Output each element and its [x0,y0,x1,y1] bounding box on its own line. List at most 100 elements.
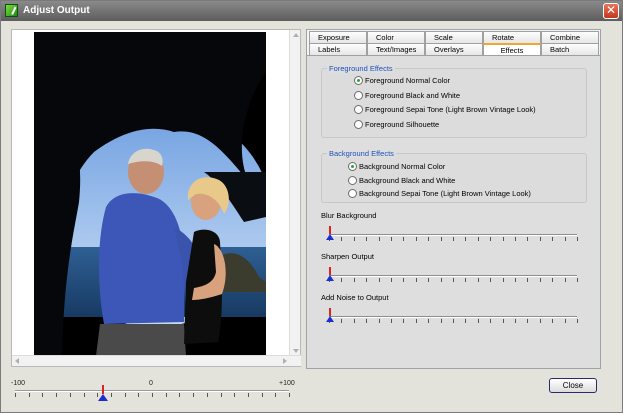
slider-tick [379,278,380,282]
slider-tick [403,319,404,323]
effect-slider-track-0[interactable] [329,234,577,236]
slider-tick [565,319,566,323]
slider-tick [354,278,355,282]
zoom-tick [125,393,126,397]
tab-color[interactable]: Color [367,31,425,43]
background-effects-title: Background Effects [327,149,396,158]
background-option-label: Background Black and White [359,175,456,185]
adjust-output-window: Adjust Output ✕ -100 0 +100 Exposure Col… [0,0,623,413]
radio-button-icon[interactable] [354,119,363,129]
zoom-slider-thumb-icon[interactable] [97,385,108,401]
background-option-1[interactable]: Background Black and White [348,175,455,186]
slider-tick [379,237,380,241]
effects-tab-panel: Foreground Effects Foreground Normal Col… [307,55,600,368]
tab-combine[interactable]: Combine [541,31,599,43]
foreground-effects-title: Foreground Effects [327,64,395,73]
slider-tick [465,319,466,323]
slider-tick [391,237,392,241]
zoom-mid-label: 0 [149,380,153,387]
foreground-option-label: Foreground Sepai Tone (Light Brown Vinta… [365,105,536,114]
app-check-icon [5,4,18,17]
slider-tick [552,319,553,323]
tab-text-images[interactable]: Text/Images [367,43,425,55]
effect-slider-thumb-icon[interactable] [326,308,334,322]
foreground-option-3[interactable]: Foreground Silhouette [354,119,439,130]
slider-tick [503,237,504,241]
scroll-up-icon[interactable] [293,33,299,37]
effect-slider-thumb-icon[interactable] [326,267,334,281]
background-option-0[interactable]: Background Normal Color [348,161,445,172]
zoom-tick [193,393,194,397]
scroll-right-icon[interactable] [283,358,287,364]
slider-tick [490,237,491,241]
slider-tick [428,319,429,323]
slider-tick [565,237,566,241]
zoom-tick [179,393,180,397]
slider-tick [453,319,454,323]
foreground-option-1[interactable]: Foreground Black and White [354,90,460,101]
zoom-min-label: -100 [11,380,26,387]
zoom-tick [84,393,85,397]
zoom-tick [42,393,43,397]
radio-button-icon[interactable] [348,189,357,198]
slider-tick [354,319,355,323]
radio-button-icon[interactable] [354,76,363,85]
slider-label-2: Add Noise to Output [321,293,389,302]
scroll-down-icon[interactable] [293,349,299,353]
zoom-tick [29,393,30,397]
background-option-2[interactable]: Background Sepai Tone (Light Brown Vinta… [348,188,531,199]
slider-tick [577,319,578,323]
preview-horizontal-scrollbar[interactable] [12,355,301,366]
preview-vertical-scrollbar[interactable] [289,30,300,356]
zoom-tick [56,393,57,397]
radio-button-icon[interactable] [348,175,357,185]
foreground-option-label: Foreground Black and White [365,90,461,100]
slider-tick [503,319,504,323]
tab-overlays[interactable]: Overlays [425,43,483,55]
zoom-tick [166,393,167,397]
title-bar: Adjust Output ✕ [1,1,622,21]
slider-tick [465,278,466,282]
zoom-tick [15,393,16,397]
slider-tick [490,278,491,282]
slider-tick [366,278,367,282]
close-button[interactable]: Close [549,378,597,393]
window-title: Adjust Output [23,5,90,16]
zoom-tick [289,393,290,397]
tab-batch[interactable]: Batch [541,43,599,55]
settings-tab-control: Exposure Color Scale Rotate Combine Labels Tex… [306,29,601,369]
radio-button-icon[interactable] [354,90,363,100]
tab-labels[interactable]: Labels [309,43,367,55]
slider-tick [540,278,541,282]
effect-slider-thumb-icon[interactable] [326,226,334,240]
slider-tick [565,278,566,282]
slider-label-0: Blur Background [321,211,377,220]
effect-slider-track-2[interactable] [329,316,577,318]
slider-tick [552,278,553,282]
couple-photo-image [34,32,266,356]
zoom-tick [207,393,208,397]
slider-tick [428,278,429,282]
slider-tick [453,278,454,282]
window-close-icon[interactable]: ✕ [603,3,619,19]
radio-button-icon[interactable] [348,162,357,171]
tab-exposure[interactable]: Exposure [309,31,367,43]
slider-tick [540,237,541,241]
slider-tick [515,278,516,282]
zoom-slider-track[interactable] [15,390,289,392]
slider-tick [391,319,392,323]
foreground-option-0[interactable]: Foreground Normal Color [354,75,450,86]
slider-tick [453,237,454,241]
foreground-option-2[interactable]: Foreground Sepai Tone (Light Brown Vinta… [354,104,536,115]
slider-tick [366,319,367,323]
tab-rotate[interactable]: Rotate [483,31,541,43]
radio-button-icon[interactable] [354,105,363,114]
zoom-tick [275,393,276,397]
background-option-label: Background Sepai Tone (Light Brown Vinta… [359,189,531,198]
slider-tick [441,319,442,323]
slider-tick [354,237,355,241]
effect-slider-track-1[interactable] [329,275,577,277]
scroll-left-icon[interactable] [15,358,19,364]
zoom-max-label: +100 [279,380,295,387]
tab-scale[interactable]: Scale [425,31,483,43]
